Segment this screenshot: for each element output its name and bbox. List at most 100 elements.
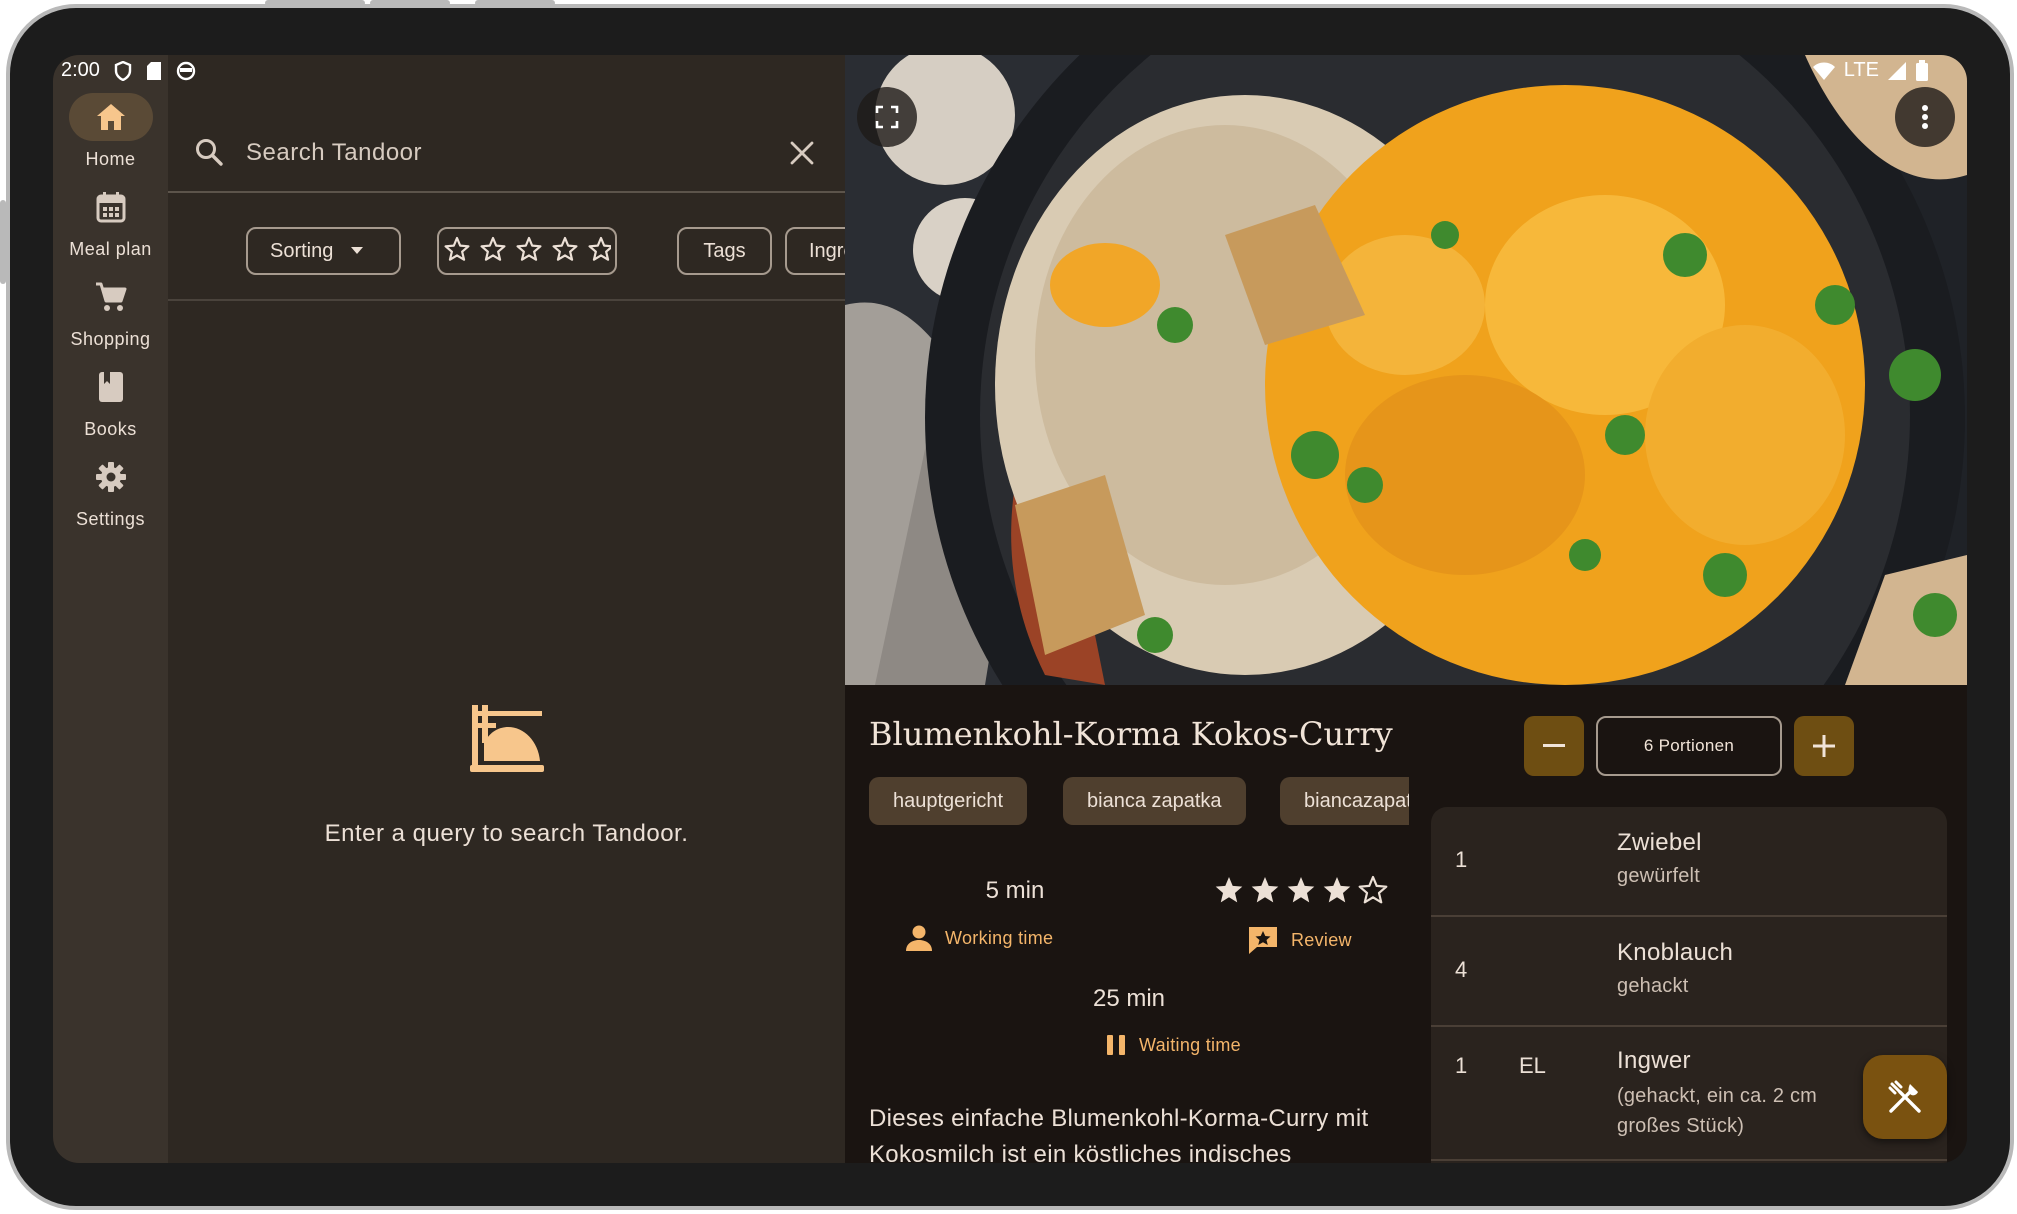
star-outline-icon bbox=[480, 236, 506, 261]
power-button bbox=[265, 0, 365, 6]
search-pane: Sorting Tags Ingredients bbox=[168, 55, 845, 1163]
review-button[interactable]: Review bbox=[1247, 925, 1352, 955]
nav-item-label: Books bbox=[84, 419, 137, 439]
ingredient-note: (gehackt, ein ca. 2 cm großes Stück) bbox=[1617, 1085, 1818, 1137]
star-outline-icon bbox=[516, 236, 542, 261]
recipe-description: Dieses einfache Blumenkohl-Korma-Curry m… bbox=[869, 1105, 1369, 1163]
recipe-tags: hauptgericht bianca zapatka biancazapatk… bbox=[869, 777, 1409, 827]
rating-stars bbox=[1215, 875, 1388, 904]
nav-item-label: Shopping bbox=[70, 329, 151, 349]
star-outline-icon bbox=[588, 236, 611, 261]
star-filled-icon bbox=[1215, 877, 1243, 903]
star-filled-icon bbox=[1287, 877, 1315, 903]
status-bar: 2:00 LTE bbox=[53, 55, 1967, 91]
ingredients-chip[interactable]: Ingredients bbox=[785, 227, 845, 275]
plus-icon bbox=[1813, 735, 1835, 757]
signal-icon bbox=[1888, 61, 1906, 80]
cook-mode-button[interactable] bbox=[1863, 1055, 1947, 1139]
cart-icon bbox=[95, 282, 126, 311]
more-vert-icon bbox=[1922, 105, 1928, 129]
nav-item-settings[interactable]: Settings bbox=[53, 453, 168, 530]
nav-item-shopping[interactable]: Shopping bbox=[53, 273, 168, 350]
working-time-label: Working time bbox=[905, 925, 1053, 951]
utensils-icon bbox=[1888, 1080, 1921, 1113]
ingredient-note: gehackt bbox=[1617, 975, 1689, 997]
ramen-icon bbox=[469, 705, 544, 772]
filter-chips: Sorting Tags Ingredients bbox=[168, 221, 845, 301]
side-button bbox=[0, 200, 6, 284]
sync-icon bbox=[176, 61, 196, 80]
ingredient-name: Zwiebel bbox=[1617, 829, 1702, 856]
star-filled-icon bbox=[1251, 877, 1279, 903]
book-icon bbox=[98, 372, 123, 402]
star-filled-icon bbox=[1323, 877, 1351, 903]
nav-item-meal-plan[interactable]: Meal plan bbox=[53, 183, 168, 260]
calendar-icon bbox=[96, 192, 125, 223]
screen: 2:00 LTE Home Meal plan Shopping Books S… bbox=[53, 55, 1967, 1163]
recipe-image bbox=[845, 55, 1967, 685]
rating-filter-stars bbox=[444, 236, 611, 261]
fullscreen-button[interactable] bbox=[857, 87, 917, 147]
tag-chip[interactable]: biancazapatka bbox=[1280, 777, 1409, 825]
ingredient-unit: EL bbox=[1519, 1053, 1546, 1078]
portions-value: 6 Portionen bbox=[1643, 736, 1735, 755]
tag-label: biancazapatka bbox=[1304, 789, 1409, 812]
ingredient-name: Knoblauch bbox=[1617, 939, 1734, 966]
star-outline-icon bbox=[444, 236, 470, 261]
battery-icon bbox=[1916, 59, 1928, 81]
volume-down-button bbox=[475, 0, 555, 6]
tag-chip[interactable]: hauptgericht bbox=[869, 777, 1028, 825]
search-bar bbox=[168, 113, 845, 193]
ingredient-row[interactable]: 1 Zwiebel gewürfelt bbox=[1431, 807, 1947, 917]
empty-state: Enter a query to search Tandoor. bbox=[168, 703, 845, 848]
recipe-detail-pane: Blumenkohl-Korma Kokos-Curry hauptgerich… bbox=[845, 55, 1967, 1163]
close-icon[interactable] bbox=[790, 141, 814, 165]
nav-item-home[interactable]: Home bbox=[53, 93, 168, 170]
sorting-chip[interactable]: Sorting bbox=[246, 227, 401, 275]
home-icon bbox=[96, 104, 125, 130]
portions-field[interactable]: 6 Portionen bbox=[1596, 716, 1782, 776]
ingredient-amount: 1 bbox=[1455, 847, 1468, 872]
ingredients-chip-label: Ingredients bbox=[809, 239, 845, 262]
shield-icon bbox=[114, 60, 132, 81]
decrease-portions-button[interactable] bbox=[1524, 716, 1584, 776]
ingredient-row[interactable]: 4 Knoblauch gehackt bbox=[1431, 917, 1947, 1027]
pause-icon bbox=[1107, 1035, 1125, 1055]
recipe-title: Blumenkohl-Korma Kokos-Curry bbox=[869, 715, 1393, 753]
nav-item-books[interactable]: Books bbox=[53, 363, 168, 440]
person-icon bbox=[906, 925, 932, 951]
tag-chip[interactable]: bianca zapatka bbox=[1063, 777, 1246, 825]
waiting-time-label: Waiting time bbox=[1105, 1033, 1241, 1057]
volume-up-button bbox=[370, 0, 450, 6]
rating-filter-chip[interactable] bbox=[437, 227, 617, 275]
empty-state-message: Enter a query to search Tandoor. bbox=[324, 820, 689, 847]
tag-label: bianca zapatka bbox=[1087, 789, 1222, 812]
navigation-rail: Home Meal plan Shopping Books Settings bbox=[53, 55, 168, 1163]
gear-icon bbox=[95, 462, 126, 492]
increase-portions-button[interactable] bbox=[1794, 716, 1854, 776]
star-outline-icon bbox=[1358, 875, 1388, 904]
tags-chip-label: Tags bbox=[703, 239, 746, 262]
search-input[interactable] bbox=[246, 133, 746, 173]
sorting-chip-label: Sorting bbox=[270, 239, 334, 262]
ingredient-amount: 4 bbox=[1455, 957, 1468, 982]
fullscreen-icon bbox=[875, 105, 899, 129]
network-type: LTE bbox=[1843, 59, 1879, 81]
ingredient-note: gewürfelt bbox=[1617, 865, 1700, 887]
working-time-value: 5 min bbox=[985, 877, 1045, 904]
star-outline-icon bbox=[552, 236, 578, 261]
nav-item-label: Meal plan bbox=[69, 239, 152, 259]
more-options-button[interactable] bbox=[1895, 87, 1955, 147]
nav-item-label: Settings bbox=[75, 509, 146, 529]
search-icon bbox=[196, 139, 223, 166]
ingredient-amount: 1 bbox=[1455, 1053, 1468, 1078]
sd-card-icon bbox=[146, 61, 161, 80]
recipe-photo-curry bbox=[845, 55, 1967, 685]
minus-icon bbox=[1543, 744, 1565, 747]
waiting-time-value: 25 min bbox=[1092, 985, 1166, 1012]
tags-chip[interactable]: Tags bbox=[677, 227, 772, 275]
tag-label: hauptgericht bbox=[893, 789, 1004, 812]
status-time: 2:00 bbox=[61, 59, 100, 81]
dropdown-arrow-icon bbox=[351, 247, 364, 254]
rate-review-icon bbox=[1249, 927, 1277, 954]
